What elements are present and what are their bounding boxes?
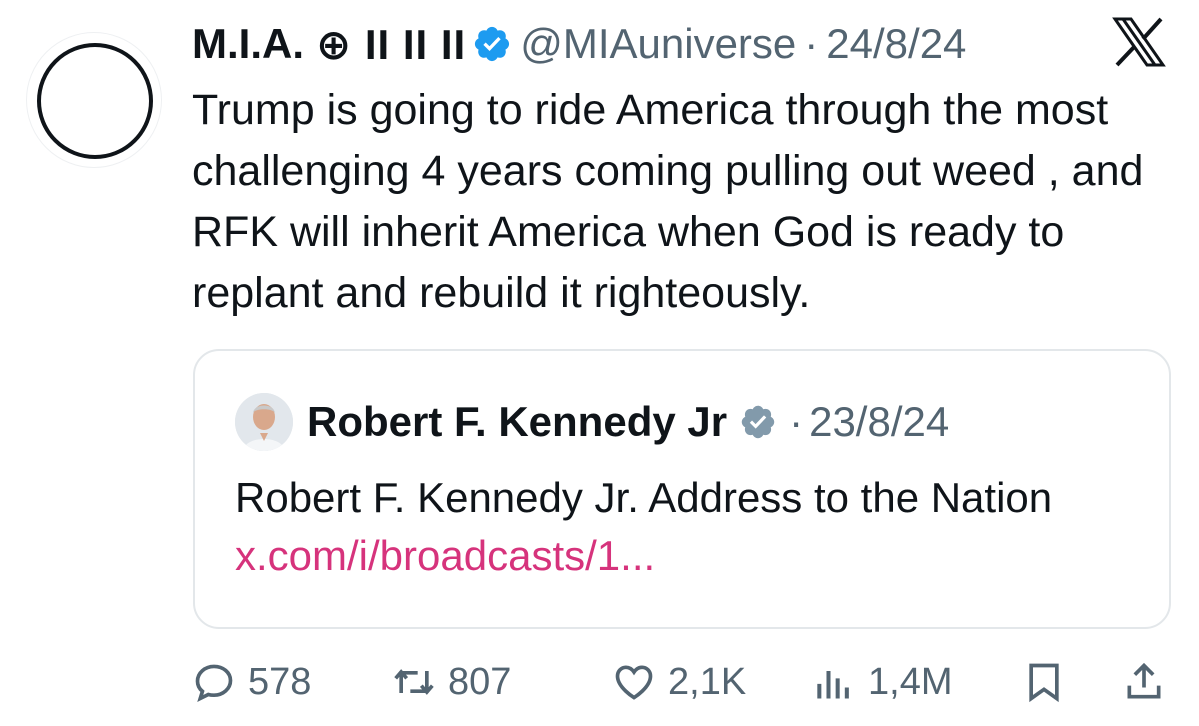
quoted-author-avatar[interactable] — [235, 393, 293, 451]
tweet-header: M.I.A. ⊕ II II II @MIAuniverse · 24/8/24 — [192, 16, 966, 72]
quoted-text-block: Robert F. Kennedy Jr. Address to the Nat… — [235, 469, 1135, 585]
verified-badge-icon — [475, 26, 510, 62]
share-button[interactable] — [1122, 650, 1178, 714]
reply-count: 578 — [248, 660, 312, 703]
x-logo-icon — [1112, 17, 1166, 67]
tweet-text: Trump is going to ride America through t… — [192, 86, 1144, 317]
quoted-verified-badge-icon — [741, 405, 775, 439]
views-icon — [817, 671, 849, 699]
quoted-text: Robert F. Kennedy Jr. Address to the Nat… — [235, 474, 1053, 521]
author-handle[interactable]: @MIAuniverse — [520, 20, 796, 68]
reply-icon — [195, 664, 233, 703]
repost-button[interactable]: 807 — [392, 650, 511, 714]
reply-button[interactable]: 578 — [192, 650, 311, 714]
repost-count: 807 — [448, 660, 512, 703]
quoted-author-name[interactable]: Robert F. Kennedy Jr — [307, 398, 727, 446]
quoted-date[interactable]: 23/8/24 — [809, 398, 949, 446]
repost-icon — [394, 669, 434, 695]
avatar-circle-logo — [37, 43, 153, 159]
views-count: 1,4M — [868, 660, 953, 703]
author-avatar[interactable] — [26, 32, 162, 168]
header-separator: · — [804, 20, 819, 67]
like-count: 2,1K — [668, 660, 747, 703]
author-name[interactable]: M.I.A. — [192, 20, 304, 68]
author-name-symbols: ⊕ II II II — [316, 20, 467, 68]
quoted-link[interactable]: x.com/i/broadcasts/1... — [235, 532, 655, 579]
quoted-tweet-card[interactable]: Robert F. Kennedy Jr · 23/8/24 Robert F.… — [193, 349, 1171, 629]
share-icon — [1127, 662, 1161, 699]
bookmark-button[interactable] — [1022, 650, 1078, 714]
views-button[interactable]: 1,4M — [812, 650, 952, 714]
tweet-date[interactable]: 24/8/24 — [826, 20, 966, 68]
quoted-avatar-portrait — [235, 393, 293, 451]
like-button[interactable]: 2,1K — [612, 650, 746, 714]
action-bar: 578 807 2,1K 1,4M — [192, 650, 1182, 714]
quoted-header: Robert F. Kennedy Jr · 23/8/24 — [307, 393, 949, 451]
like-icon — [615, 665, 653, 700]
quoted-header-separator: · — [789, 398, 804, 445]
bookmark-icon — [1029, 663, 1059, 703]
